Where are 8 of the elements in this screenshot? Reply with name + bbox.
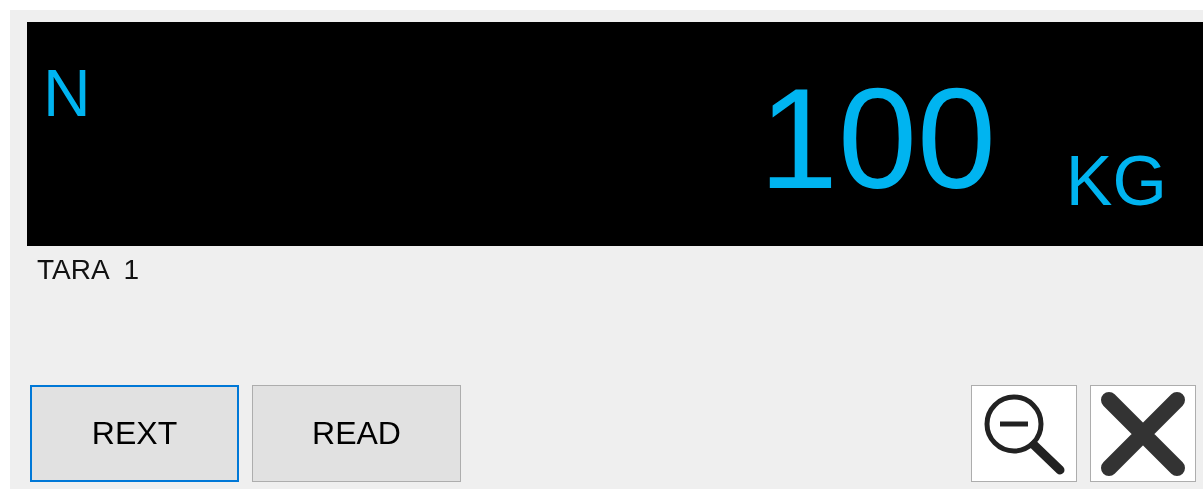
mode-indicator: N [43,60,91,126]
weight-value: 100 [758,68,996,210]
unit-label: KG [1065,146,1167,216]
action-button[interactable]: READ [252,385,461,482]
action-button[interactable]: REXT [30,385,239,482]
tare-label: TARA 1 [37,254,141,286]
zoom-out-button[interactable] [971,385,1077,482]
close-button[interactable] [1090,385,1196,482]
